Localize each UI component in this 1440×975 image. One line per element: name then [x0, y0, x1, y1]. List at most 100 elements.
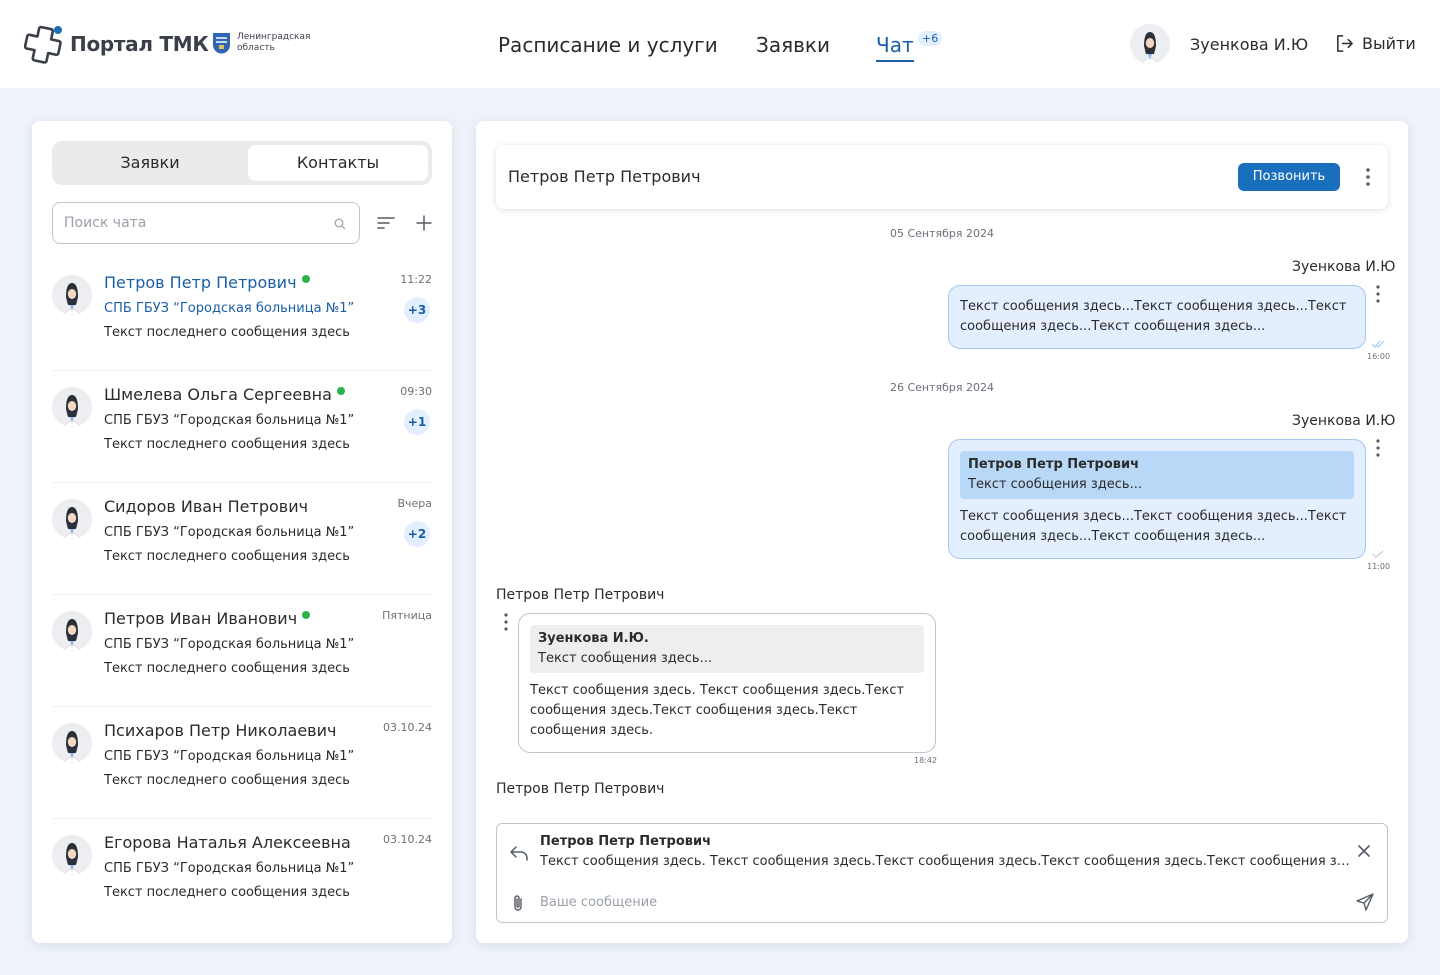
user-avatar	[1130, 24, 1170, 64]
typing-sender: Петров Петр Петрович	[496, 781, 665, 797]
contact-organization: СПБ ГБУЗ “Городская больница №1”	[104, 637, 355, 652]
contact-avatar	[52, 275, 92, 315]
contact-name: Шмелева Ольга Сергеевна	[104, 385, 332, 404]
chat-header: Петров Петр Петрович Позвонить	[496, 145, 1388, 209]
tab-contacts[interactable]: Контакты	[248, 145, 428, 181]
message-bubble-outgoing[interactable]: Текст сообщения здесь...Текст сообщения …	[948, 285, 1366, 349]
unread-badge: +3	[404, 297, 430, 323]
chat-unread-badge: +6	[918, 31, 943, 46]
quoted-sender: Петров Петр Петрович	[968, 457, 1140, 472]
nav-chat[interactable]: Чат	[876, 30, 914, 62]
online-indicator	[302, 611, 310, 619]
contact-organization: СПБ ГБУЗ “Городская больница №1”	[104, 749, 355, 764]
nav-requests[interactable]: Заявки	[756, 30, 830, 62]
contact-last-message: Текст последнего сообщения здесь	[104, 549, 350, 564]
contact-name: Петров Петр Петрович	[104, 273, 297, 292]
user-profile[interactable]: Зуенкова И.Ю	[1130, 24, 1308, 64]
search-icon[interactable]	[334, 218, 346, 230]
sent-check-icon	[1372, 550, 1384, 558]
message-menu-icon[interactable]	[500, 611, 512, 633]
read-check-icon	[1371, 340, 1385, 348]
online-indicator	[337, 387, 345, 395]
nav-schedule[interactable]: Расписание и услуги	[498, 30, 718, 62]
tab-requests[interactable]: Заявки	[56, 145, 244, 181]
contact-avatar	[52, 835, 92, 875]
app-header: Портал ТМК Ленинградская область Расписа…	[0, 0, 1440, 88]
contact-avatar	[52, 499, 92, 539]
logout-button[interactable]: Выйти	[1335, 34, 1416, 53]
contact-name: Егорова Наталья Алексеевна	[104, 833, 351, 852]
quoted-message[interactable]: Петров Петр Петрович Текст сообщения зде…	[960, 451, 1354, 499]
message-text-line: сообщения здесь.Текст сообщения здесь.Те…	[530, 703, 858, 718]
add-chat-icon[interactable]	[414, 213, 434, 233]
message-sender: Зуенкова И.Ю	[1292, 413, 1396, 429]
contact-item[interactable]: Егорова Наталья Алексеевна СПБ ГБУЗ “Горо…	[52, 819, 432, 931]
date-separator: 26 Сентября 2024	[889, 381, 995, 394]
sidebar-tabs: Заявки Контакты	[52, 141, 432, 185]
quoted-text: Текст сообщения здесь...	[968, 477, 1142, 492]
unread-badge: +2	[404, 521, 430, 547]
brand-title: Портал ТМК	[70, 32, 209, 56]
date-separator: 05 Сентября 2024	[889, 227, 995, 240]
message-text-line: Текст сообщения здесь...Текст сообщения …	[960, 509, 1347, 524]
contact-organization: СПБ ГБУЗ “Городская больница №1”	[104, 861, 355, 876]
message-menu-icon[interactable]	[1372, 437, 1384, 459]
chat-panel: Петров Петр Петрович Позвонить 05 Сентяб…	[476, 121, 1408, 943]
logo[interactable]: Портал ТМК	[23, 24, 209, 64]
attach-icon[interactable]	[511, 894, 525, 912]
contact-last-message: Текст последнего сообщения здесь	[104, 661, 350, 676]
contact-last-message: Текст последнего сообщения здесь	[104, 325, 350, 340]
reply-text: Текст сообщения здесь. Текст сообщения з…	[540, 854, 1350, 869]
close-reply-icon[interactable]	[1357, 844, 1371, 858]
region-flag-icon	[213, 33, 230, 54]
logout-icon	[1337, 35, 1353, 52]
contact-last-message: Текст последнего сообщения здесь	[104, 773, 350, 788]
contact-time: 11:22	[400, 273, 432, 286]
message-sender: Зуенкова И.Ю	[1292, 259, 1396, 275]
region-emblem: Ленинградская область	[212, 32, 317, 54]
contact-item[interactable]: Шмелева Ольга Сергеевна СПБ ГБУЗ “Городск…	[52, 371, 432, 483]
message-composer: Петров Петр Петрович Текст сообщения зде…	[496, 823, 1388, 923]
contact-avatar	[52, 723, 92, 763]
chat-contact-name: Петров Петр Петрович	[508, 167, 701, 186]
message-text-line: сообщения здесь.	[530, 723, 654, 738]
message-text-line: сообщения здесь...Текст сообщения здесь.…	[960, 529, 1266, 544]
message-menu-icon[interactable]	[1372, 283, 1384, 305]
cross-logo-icon	[23, 24, 64, 64]
quoted-sender: Зуенкова И.Ю.	[538, 631, 649, 646]
chat-menu-icon[interactable]	[1362, 165, 1374, 189]
quoted-text: Текст сообщения здесь...	[538, 651, 712, 666]
contact-time: Вчера	[397, 497, 432, 510]
quoted-message[interactable]: Зуенкова И.Ю. Текст сообщения здесь...	[530, 625, 924, 673]
message-sender: Петров Петр Петрович	[496, 587, 665, 603]
call-button[interactable]: Позвонить	[1238, 163, 1340, 191]
message-text-line: Текст сообщения здесь. Текст сообщения з…	[530, 683, 905, 698]
contacts-panel: Заявки Контакты Петров Петр Петрович СПБ …	[32, 121, 452, 943]
send-icon[interactable]	[1355, 892, 1375, 912]
contact-time: 03.10.24	[383, 833, 432, 846]
message-time: 16:00	[1367, 352, 1391, 361]
message-bubble-incoming[interactable]: Зуенкова И.Ю. Текст сообщения здесь... Т…	[518, 613, 936, 753]
online-indicator	[302, 275, 310, 283]
message-bubble-outgoing[interactable]: Петров Петр Петрович Текст сообщения зде…	[948, 439, 1366, 559]
message-text-line: Текст сообщения здесь...Текст сообщения …	[960, 299, 1347, 314]
contact-item[interactable]: Петров Петр Петрович СПБ ГБУЗ “Городская …	[52, 259, 432, 371]
message-input[interactable]	[540, 892, 1330, 912]
contact-time: 09:30	[400, 385, 432, 398]
contact-item[interactable]: Психаров Петр Николаевич СПБ ГБУЗ “Городс…	[52, 707, 432, 819]
search-input[interactable]	[64, 213, 324, 233]
contact-item[interactable]: Петров Иван Иванович СПБ ГБУЗ “Городская …	[52, 595, 432, 707]
contact-item[interactable]: Сидоров Иван Петрович СПБ ГБУЗ “Городская…	[52, 483, 432, 595]
contact-last-message: Текст последнего сообщения здесь	[104, 885, 350, 900]
search-box	[52, 202, 360, 244]
filter-sort-icon[interactable]	[376, 213, 396, 233]
contact-time: Пятница	[382, 609, 432, 622]
contact-avatar	[52, 387, 92, 427]
message-time: 11:00	[1367, 562, 1391, 571]
contact-organization: СПБ ГБУЗ “Городская больница №1”	[104, 301, 355, 316]
unread-badge: +1	[404, 409, 430, 435]
contact-organization: СПБ ГБУЗ “Городская больница №1”	[104, 413, 355, 428]
contact-name: Сидоров Иван Петрович	[104, 497, 309, 516]
user-name: Зуенкова И.Ю	[1190, 34, 1309, 54]
contact-organization: СПБ ГБУЗ “Городская больница №1”	[104, 525, 355, 540]
